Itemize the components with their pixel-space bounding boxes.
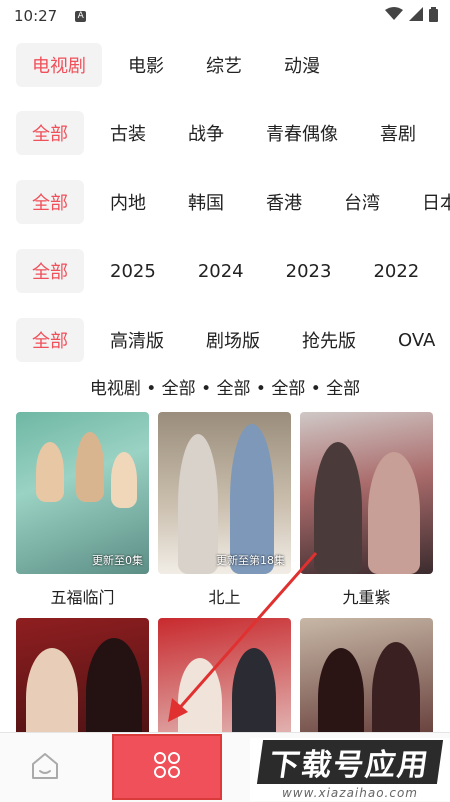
genre-chip-costume[interactable]: 古装	[94, 111, 162, 155]
region-chip-japan[interactable]: 日本	[406, 180, 450, 224]
wifi-icon	[385, 7, 403, 25]
show-card[interactable]: 九重紫	[300, 412, 433, 607]
genre-chip-comedy[interactable]: 喜剧	[364, 111, 432, 155]
region-chip-all[interactable]: 全部	[16, 180, 84, 224]
genre-filter-row: 全部 古装 战争 青春偶像 喜剧	[16, 111, 450, 155]
show-title: 五福临门	[50, 588, 115, 607]
show-title: 北上	[208, 588, 241, 607]
year-chip-2024[interactable]: 2024	[182, 249, 260, 293]
version-chip-preview[interactable]: 抢先版	[286, 318, 372, 362]
version-chip-all[interactable]: 全部	[16, 318, 84, 362]
version-chip-hd[interactable]: 高清版	[94, 318, 180, 362]
year-chip-all[interactable]: 全部	[16, 249, 84, 293]
show-poster[interactable]: 更新至0集	[16, 412, 149, 574]
watermark: 下载号应用 www.xiazaihao.com	[250, 738, 450, 801]
version-chip-ova[interactable]: OVA	[382, 318, 450, 362]
version-filter-row: 全部 高清版 剧场版 抢先版 OVA	[16, 318, 450, 362]
region-chip-hongkong[interactable]: 香港	[250, 180, 318, 224]
year-chip-2021[interactable]: 2021	[445, 249, 450, 293]
region-chip-taiwan[interactable]: 台湾	[328, 180, 396, 224]
signal-icon	[409, 7, 423, 25]
show-grid: 更新至0集 五福临门 更新至第18集 北上 九重紫	[16, 412, 436, 780]
genre-chip-war[interactable]: 战争	[172, 111, 240, 155]
home-icon	[29, 750, 61, 786]
type-chip-tv[interactable]: 电视剧	[16, 43, 102, 87]
region-chip-korea[interactable]: 韩国	[172, 180, 240, 224]
show-poster[interactable]	[300, 412, 433, 574]
battery-icon	[429, 6, 438, 26]
type-chip-anime[interactable]: 动漫	[268, 43, 336, 87]
year-chip-2022[interactable]: 2022	[357, 249, 435, 293]
genre-chip-all[interactable]: 全部	[16, 111, 84, 155]
year-chip-2023[interactable]: 2023	[270, 249, 348, 293]
tab-category[interactable]	[112, 734, 222, 800]
show-card[interactable]: 更新至0集 五福临门	[16, 412, 149, 607]
tab-home[interactable]	[28, 751, 62, 785]
watermark-title: 下载号应用	[256, 739, 444, 784]
show-title: 九重紫	[342, 588, 391, 607]
watermark-url: www.xiazaihao.com	[281, 785, 418, 800]
region-filter-row: 全部 内地 韩国 香港 台湾 日本	[16, 180, 450, 224]
status-bar: 10:27 A	[0, 0, 450, 32]
year-chip-2025[interactable]: 2025	[94, 249, 172, 293]
show-poster[interactable]: 更新至第18集	[158, 412, 291, 574]
notification-icon: A	[75, 10, 87, 22]
filter-summary: 电视剧 • 全部 • 全部 • 全部 • 全部	[89, 379, 361, 399]
type-filter-row: 电视剧 电影 综艺 动漫	[16, 43, 450, 87]
update-tag: 更新至第18集	[216, 554, 285, 567]
version-chip-theater[interactable]: 剧场版	[190, 318, 276, 362]
type-chip-variety[interactable]: 综艺	[190, 43, 258, 87]
update-tag: 更新至0集	[92, 554, 143, 567]
region-chip-mainland[interactable]: 内地	[94, 180, 162, 224]
status-time: 10:27	[14, 7, 58, 25]
show-card[interactable]: 更新至第18集 北上	[158, 412, 291, 607]
type-chip-movie[interactable]: 电影	[112, 43, 180, 87]
genre-chip-youth[interactable]: 青春偶像	[250, 111, 354, 155]
year-filter-row: 全部 2025 2024 2023 2022 2021	[16, 249, 450, 293]
grid-clover-icon	[152, 750, 182, 784]
